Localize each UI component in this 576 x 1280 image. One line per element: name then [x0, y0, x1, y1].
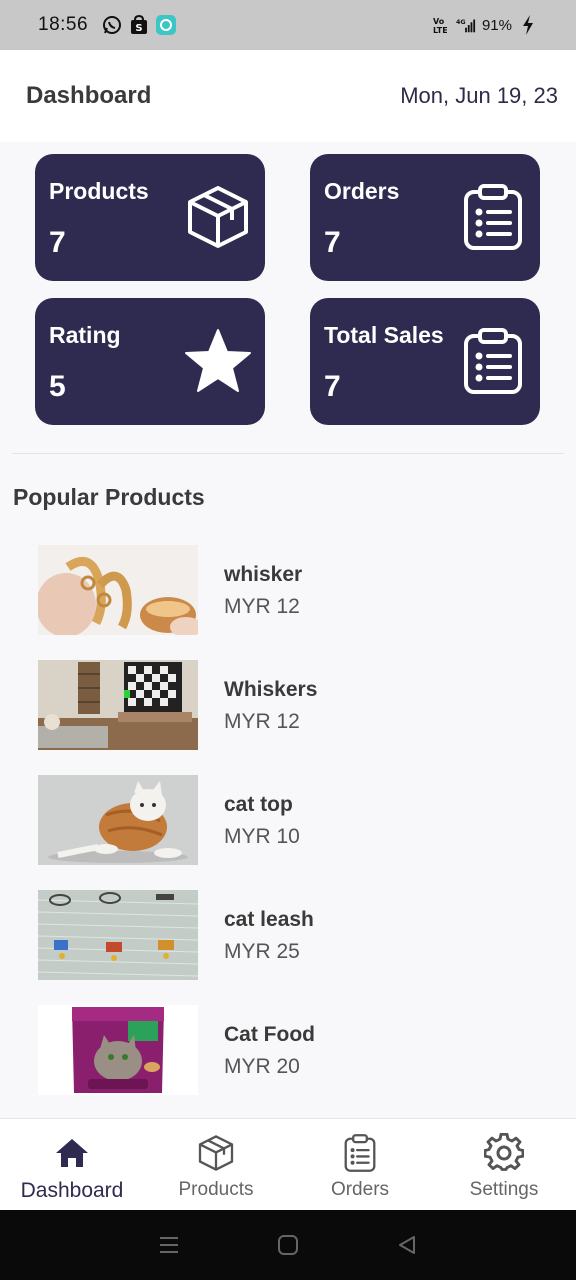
- status-bar: 18:56 S Vo LTE 4G 91%: [0, 0, 576, 50]
- card-value: 7: [49, 226, 66, 259]
- popular-products-title: Popular Products: [13, 484, 205, 510]
- nav-dashboard[interactable]: Dashboard: [0, 1119, 144, 1210]
- battery-percent: 91%: [481, 16, 512, 34]
- product-price: MYR 10: [224, 825, 300, 848]
- product-name: Cat Food: [224, 1023, 315, 1046]
- nav-orders[interactable]: Orders: [288, 1119, 432, 1210]
- product-image: [38, 545, 198, 635]
- nav-settings[interactable]: Settings: [432, 1119, 576, 1210]
- clipboard-icon: [458, 326, 528, 396]
- card-value: 5: [49, 370, 66, 403]
- nav-label: Products: [178, 1179, 254, 1200]
- gear-icon: [484, 1133, 524, 1173]
- svg-text:4G: 4G: [456, 19, 466, 26]
- list-item[interactable]: Whiskers MYR 12: [38, 660, 558, 775]
- product-name: cat top: [224, 793, 293, 816]
- product-image: [38, 1005, 198, 1095]
- product-price: MYR 25: [224, 940, 300, 963]
- list-item[interactable]: cat top MYR 10: [38, 775, 558, 890]
- popular-products-list: whisker MYR 12 Whiskers MYR 12 cat top M…: [38, 545, 558, 1120]
- total-sales-stat-card[interactable]: Total Sales 7: [310, 298, 540, 425]
- volte-icon: Vo LTE: [430, 15, 450, 35]
- product-name: whisker: [224, 563, 303, 586]
- product-price: MYR 12: [224, 595, 300, 618]
- home-button-icon[interactable]: [274, 1231, 302, 1259]
- box-icon: [196, 1133, 236, 1173]
- svg-text:Vo: Vo: [433, 17, 445, 26]
- nav-label: Dashboard: [20, 1179, 124, 1202]
- box-icon: [183, 182, 253, 252]
- product-image: [38, 775, 198, 865]
- product-image: [38, 660, 198, 750]
- signal-icon: 4G: [456, 15, 476, 35]
- page-title: Dashboard: [26, 82, 152, 109]
- recent-apps-icon[interactable]: [155, 1231, 183, 1259]
- product-price: MYR 12: [224, 710, 300, 733]
- bottom-navigation: Dashboard Products Orders Settings: [0, 1118, 576, 1210]
- product-name: Whiskers: [224, 678, 318, 701]
- list-item[interactable]: cat leash MYR 25: [38, 890, 558, 1005]
- rating-stat-card[interactable]: Rating 5: [35, 298, 265, 425]
- notification-icons: S: [102, 15, 177, 35]
- shopping-bag-icon: S: [129, 15, 149, 35]
- whatsapp-icon: [102, 15, 122, 35]
- status-time: 18:56: [38, 14, 89, 35]
- svg-text:LTE: LTE: [433, 26, 447, 34]
- products-stat-card[interactable]: Products 7: [35, 154, 265, 281]
- charging-bolt-icon: [518, 15, 538, 35]
- system-status: Vo LTE 4G 91%: [430, 15, 538, 35]
- card-label: Total Sales: [324, 322, 444, 348]
- chat-app-icon: [156, 15, 177, 35]
- orders-stat-card[interactable]: Orders 7: [310, 154, 540, 281]
- section-divider: [12, 453, 564, 454]
- card-label: Orders: [324, 178, 400, 204]
- product-name: cat leash: [224, 908, 314, 931]
- product-price: MYR 20: [224, 1055, 300, 1078]
- header-date: Mon, Jun 19, 23: [400, 83, 558, 108]
- card-value: 7: [324, 226, 341, 259]
- product-image: [38, 890, 198, 980]
- app-header: Dashboard Mon, Jun 19, 23: [0, 50, 576, 142]
- back-icon[interactable]: [393, 1231, 421, 1259]
- card-value: 7: [324, 370, 341, 403]
- nav-label: Settings: [469, 1179, 539, 1200]
- list-item[interactable]: Cat Food MYR 20: [38, 1005, 558, 1120]
- svg-text:S: S: [135, 23, 142, 34]
- star-icon: [183, 326, 253, 396]
- clipboard-icon: [340, 1133, 380, 1173]
- nav-products[interactable]: Products: [144, 1119, 288, 1210]
- card-label: Rating: [49, 322, 121, 348]
- card-label: Products: [49, 178, 149, 204]
- system-navigation-bar: [0, 1210, 576, 1280]
- nav-label: Orders: [330, 1179, 390, 1200]
- list-item[interactable]: whisker MYR 12: [38, 545, 558, 660]
- home-icon: [52, 1133, 92, 1173]
- clipboard-icon: [458, 182, 528, 252]
